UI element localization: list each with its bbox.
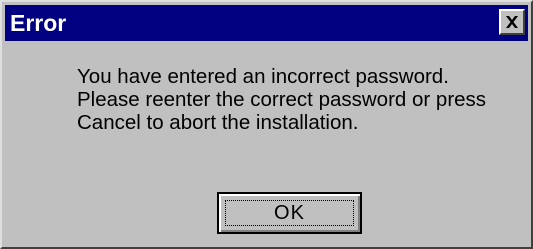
message-line: Cancel to abort the installation. [77, 111, 359, 134]
message-line: You have entered an incorrect password. [77, 65, 449, 88]
title-bar[interactable]: Error [5, 5, 528, 41]
close-button[interactable] [499, 9, 525, 35]
error-dialog: Error You have entered an incorrect pass… [0, 0, 533, 249]
dialog-title: Error [10, 10, 67, 36]
error-message: You have entered an incorrect password. … [77, 65, 527, 134]
close-icon [506, 16, 518, 28]
message-line: Please reenter the correct password or p… [77, 88, 487, 111]
ok-button-label: OK [274, 201, 305, 224]
ok-button[interactable]: OK [217, 192, 362, 234]
